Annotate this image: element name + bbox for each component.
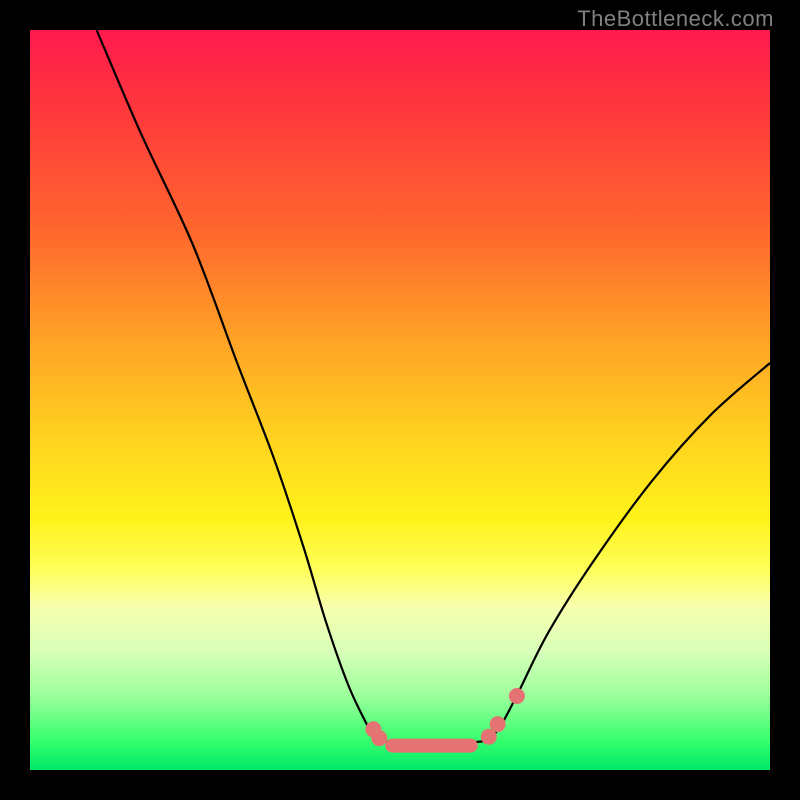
data-marker bbox=[371, 730, 387, 746]
curve-left-branch bbox=[97, 30, 380, 741]
watermark-text: TheBottleneck.com bbox=[577, 6, 774, 32]
data-marker bbox=[509, 688, 525, 704]
outer-frame: TheBottleneck.com bbox=[0, 0, 800, 800]
curve-right-branch bbox=[485, 363, 770, 741]
plot-area bbox=[30, 30, 770, 770]
curve-svg bbox=[30, 30, 770, 770]
bottom-marker-bar bbox=[385, 739, 478, 753]
data-marker bbox=[490, 716, 506, 732]
curve-group bbox=[97, 30, 770, 744]
marker-group bbox=[365, 688, 525, 753]
